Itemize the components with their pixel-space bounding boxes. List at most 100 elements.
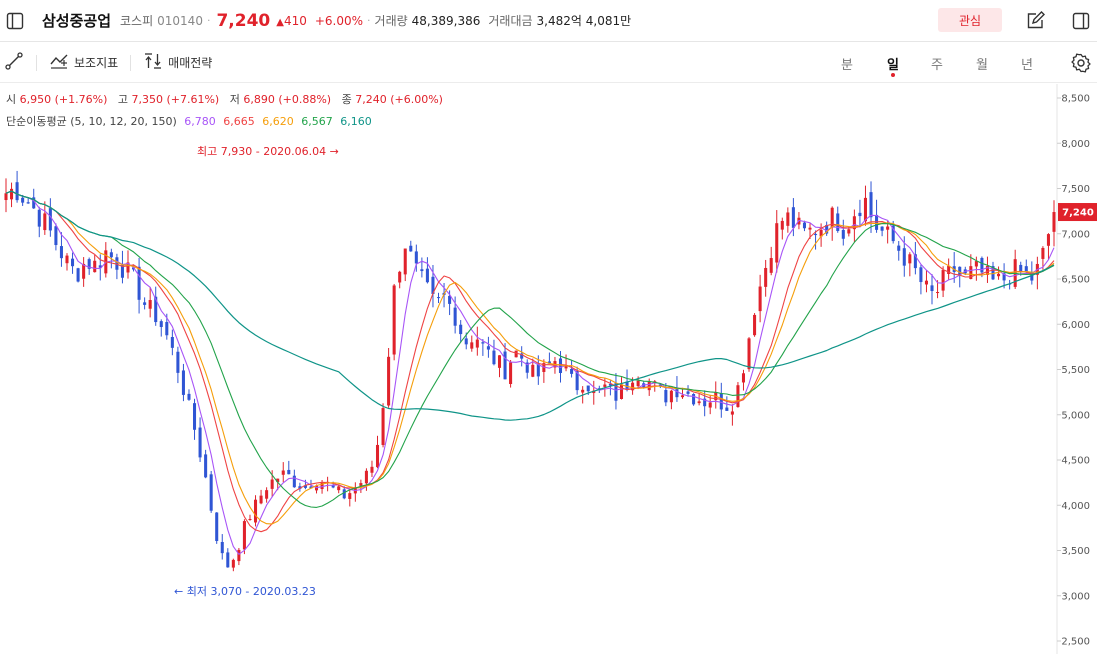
price-change: ▲410 [276,14,307,28]
y-tick-label: 5,500 [1061,365,1090,376]
candle-body [242,521,246,550]
candle-body [908,254,912,264]
candle-body [669,390,673,403]
candle-body [21,197,25,203]
candle-body [636,380,640,387]
candle-body [270,479,274,489]
side-panel-icon[interactable] [1066,6,1096,36]
current-price-tag-label: 7,240 [1062,208,1094,219]
candle-body [1019,264,1023,272]
period-tab-day[interactable]: 일 [887,43,899,83]
candle-body [1052,212,1056,232]
candle-body [4,193,8,201]
ma12-line [5,190,1055,525]
candle-body [15,182,19,201]
candle-body [71,258,75,267]
price-change-value: 410 [283,13,307,28]
candle-body [997,273,1001,277]
candle-body [847,229,851,234]
toolbar-divider [130,54,132,71]
candle-body [664,390,668,403]
toolbar-divider [36,54,37,71]
candle-body [586,385,590,392]
candle-body [398,271,402,283]
period-tab-day-label: 일 [887,57,899,73]
period-tab-minute[interactable]: 분 [841,43,853,83]
candle-body [725,407,729,411]
candle-body [281,470,285,475]
active-indicator-dot [890,73,895,77]
edit-icon[interactable] [1020,6,1050,36]
candle-body [902,248,906,266]
candle-body [786,212,790,226]
candle-body [769,258,773,273]
candle-body [692,394,696,405]
low-annotation: ← 최저 3,070 - 2020.03.23 [174,585,316,598]
candle-body [453,307,457,326]
period-tab-week[interactable]: 주 [931,43,943,83]
candle-body [109,252,113,258]
period-tab-year[interactable]: 년 [1021,43,1033,83]
candle-body [836,213,840,231]
candle-body [941,270,945,291]
y-tick-label: 8,500 [1061,94,1090,105]
candle-body [181,370,185,395]
y-tick-label: 5,000 [1061,410,1090,421]
candle-body [248,518,252,520]
candle-body [753,314,757,336]
sidebar-toggle-icon[interactable] [0,6,30,36]
market-name: 코스피 [120,14,154,28]
candle-body [120,265,124,278]
drawing-tool-button[interactable] [4,51,24,74]
candle-body [375,444,380,468]
candle-body [780,220,784,230]
candle-body [475,339,479,348]
period-tab-month[interactable]: 월 [976,43,988,83]
candle-body [764,267,768,287]
candle-body [292,475,296,488]
candle-body [220,542,224,554]
stock-header: 삼성중공업 코스피 010140 · 7,240 ▲410 +6.00% · 거… [0,0,1097,42]
candle-body [165,322,169,336]
candle-body [1024,266,1028,272]
candle-body [1041,247,1045,259]
indicator-button[interactable]: 보조지표 [49,52,118,73]
high-annotation: 최고 7,930 - 2020.06.04 → [197,145,339,158]
candle-body [880,226,884,231]
candle-body [697,401,701,404]
candle-body [348,493,352,499]
candle-body [930,285,934,292]
strategy-button[interactable]: 매매전략 [143,52,212,73]
candle-body [403,248,407,275]
candle-body [730,411,734,415]
candle-body [76,268,80,282]
watchlist-button[interactable]: 관심 [938,8,1002,32]
candle-body [775,223,779,263]
candle-body [486,346,490,350]
volume-value: 48,389,386 [411,13,481,28]
candle-body [198,427,202,458]
candle-body [43,213,47,231]
settings-gear-icon[interactable] [1066,48,1096,78]
candle-body [59,246,63,259]
candle-body [137,266,141,300]
candle-body [159,321,163,328]
price-change-pct: +6.00% [314,13,364,28]
candle-body [65,255,69,264]
separator-dot: · [206,14,211,27]
candle-body [886,226,890,230]
candle-body [536,364,540,377]
candle-body [875,214,879,230]
candlestick-chart[interactable]: 8,500 8,000 7,500 7,000 6,500 6,000 5,500 5,000… [0,84,1097,654]
candle-body [897,245,901,251]
y-tick-label: 7,000 [1061,229,1090,240]
candle-body [187,393,191,400]
candle-body [791,207,795,228]
separator-dot: · [367,14,371,27]
candle-body [758,286,762,312]
candle-body [414,251,418,264]
candle-body [686,391,690,394]
candle-body [509,362,513,385]
candle-body [924,280,928,285]
candle-body [265,490,269,499]
